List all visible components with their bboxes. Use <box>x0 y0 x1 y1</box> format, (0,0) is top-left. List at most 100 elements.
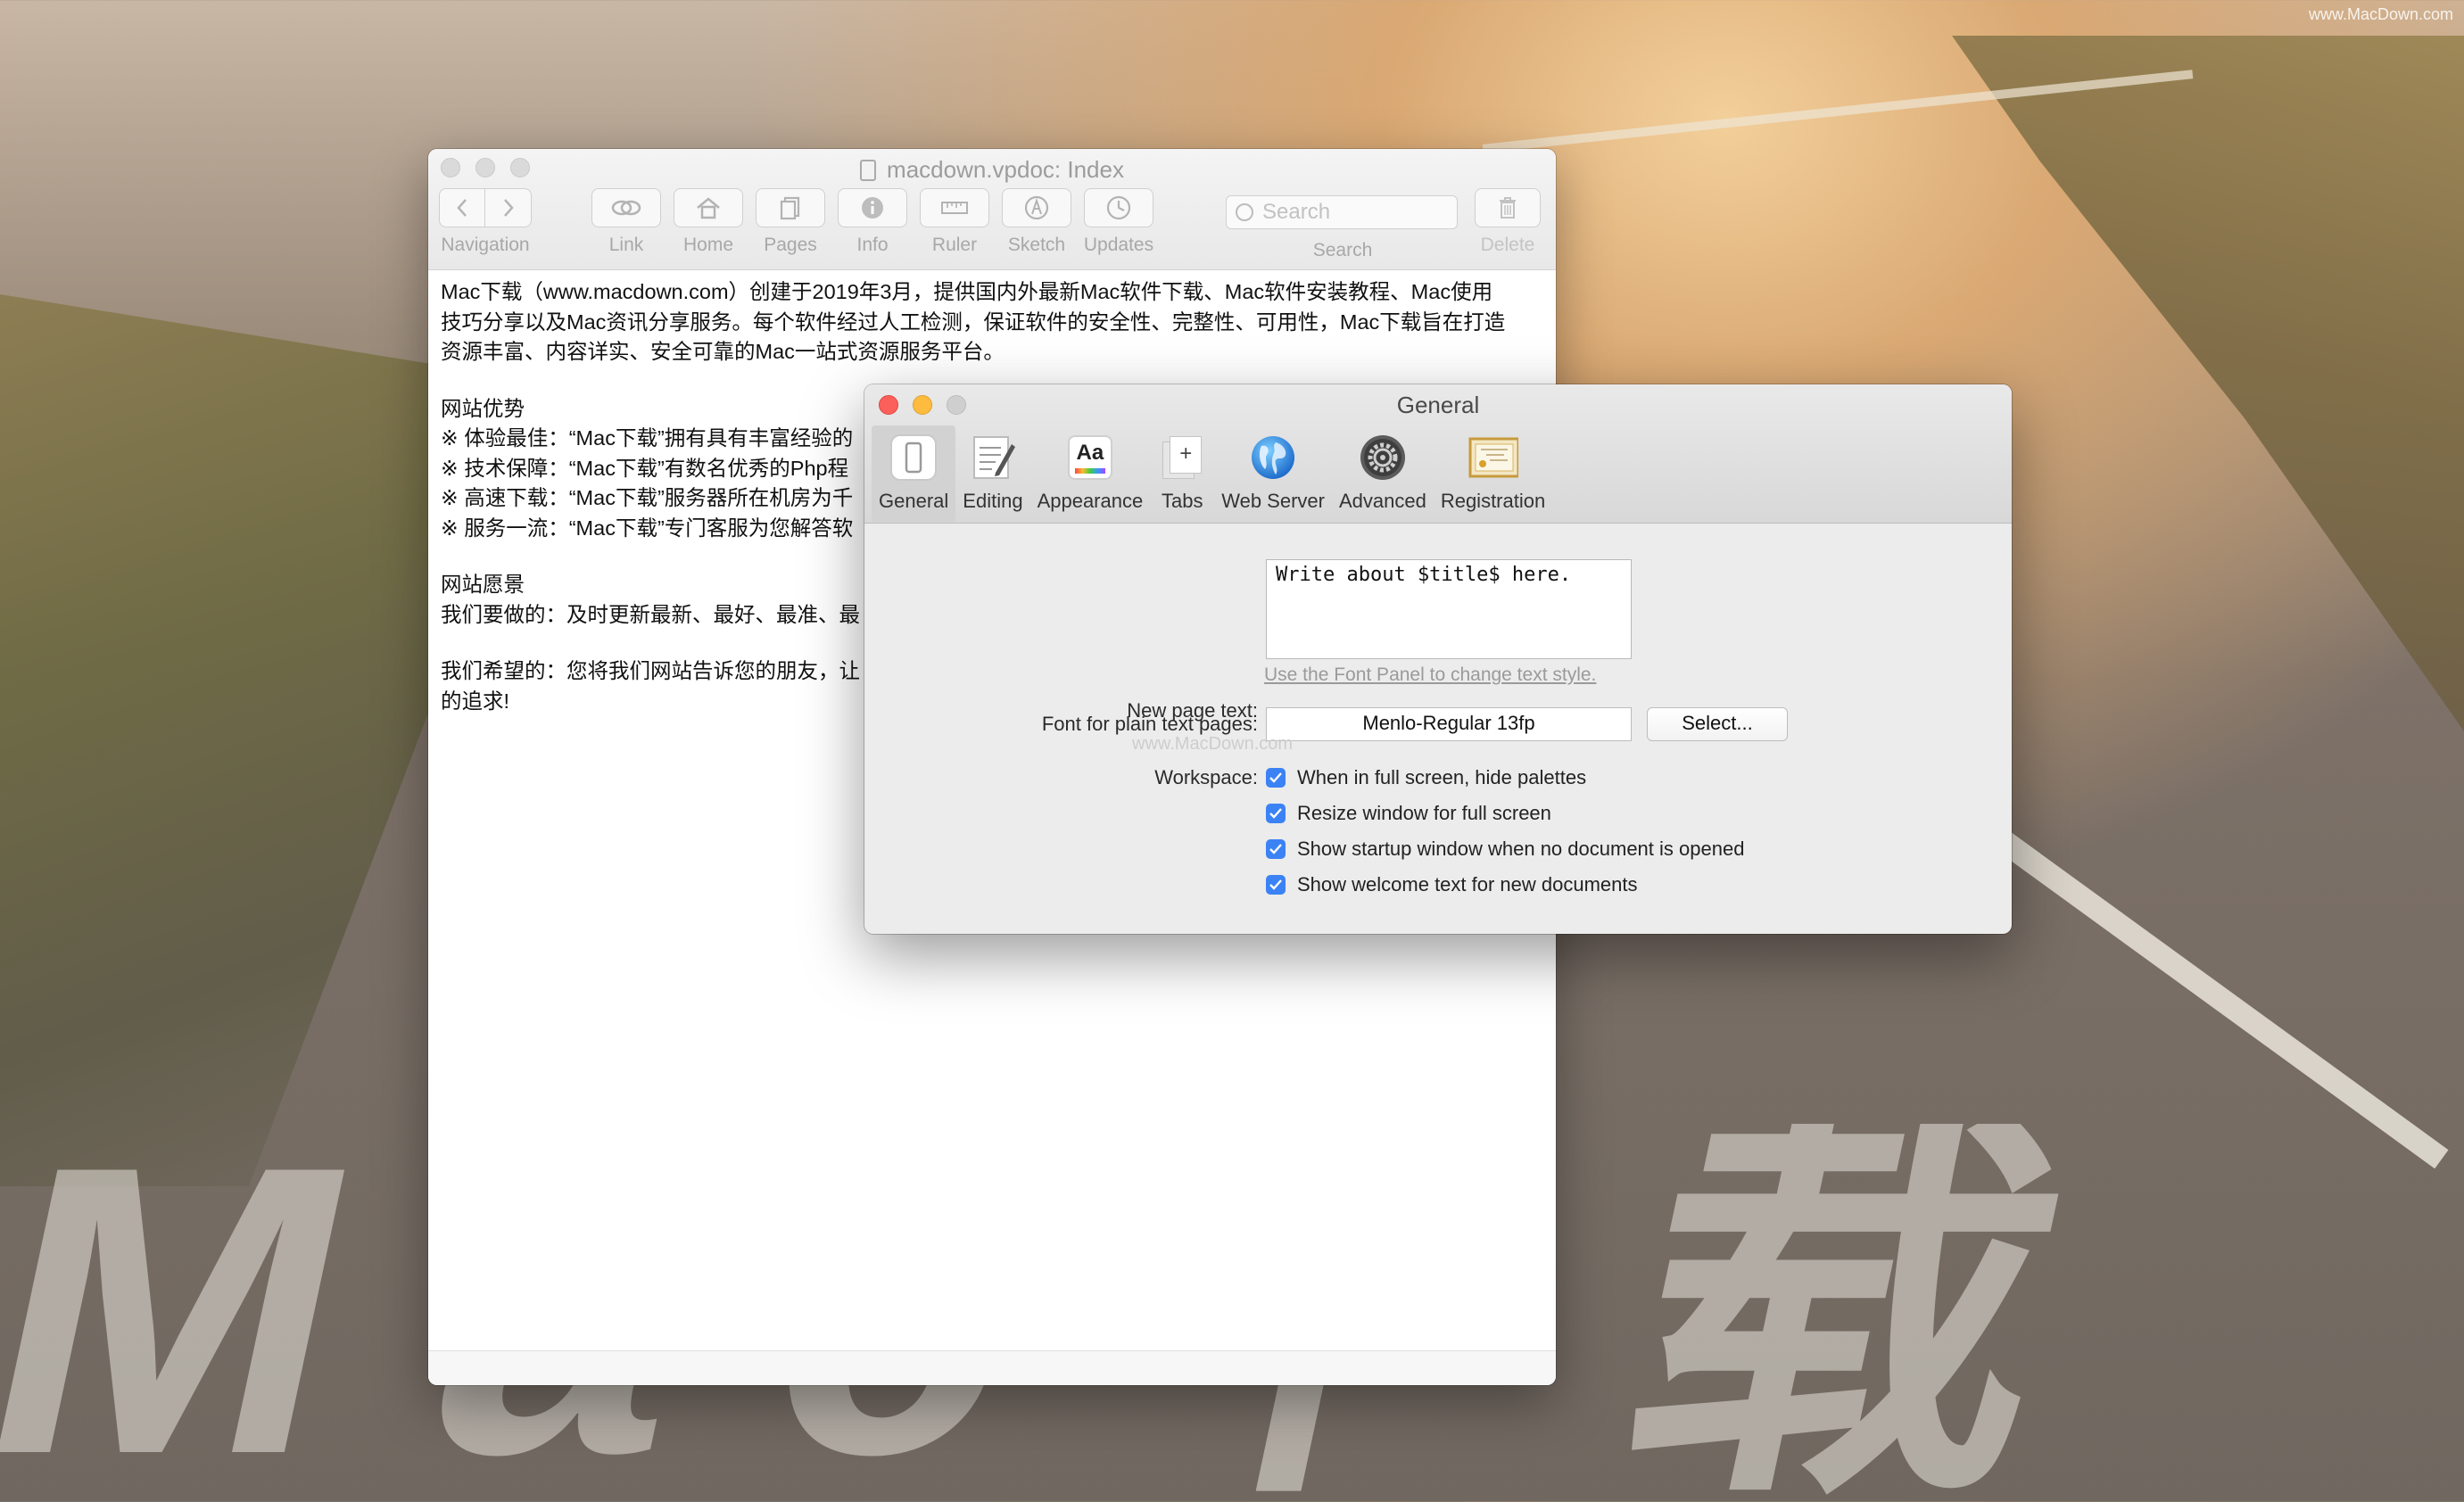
tab-label: Editing <box>963 490 1023 512</box>
toolbar-ruler[interactable]: Ruler <box>919 188 990 256</box>
search-label: Search <box>1312 240 1373 260</box>
checkbox-hide-palettes[interactable]: When in full screen, hide palettes <box>1266 766 1586 789</box>
toolbar-search: Search Search <box>1226 195 1459 261</box>
pen-icon <box>1024 195 1049 220</box>
checkbox[interactable] <box>1266 804 1286 823</box>
document-icon <box>860 160 877 181</box>
checkbox[interactable] <box>1266 839 1286 859</box>
checkmark-icon <box>1269 844 1282 854</box>
toolbar-delete[interactable]: Delete <box>1474 188 1542 256</box>
window-title-text: macdown.vpdoc: Index <box>887 156 1124 183</box>
search-input[interactable]: Search <box>1226 195 1458 229</box>
plus-icon: + <box>1170 436 1203 474</box>
checkmark-icon <box>1269 772 1282 783</box>
link-button[interactable] <box>591 188 661 227</box>
toolbar-updates[interactable]: Updates <box>1083 188 1154 256</box>
tab-registration[interactable]: Registration <box>1434 425 1552 522</box>
checkbox-startup-window[interactable]: Show startup window when no document is … <box>1266 838 1744 861</box>
content-watermark: www.MacDown.com <box>1132 734 1294 754</box>
search-icon <box>1236 203 1253 221</box>
back-button[interactable] <box>439 188 485 227</box>
checkbox-label: Resize window for full screen <box>1297 802 1551 824</box>
tab-general[interactable]: General <box>872 425 956 522</box>
forward-button[interactable] <box>485 188 532 227</box>
pages-label: Pages <box>764 235 817 255</box>
toolbar-navigation: Navigation <box>439 188 532 256</box>
tabs-icon: + <box>1157 433 1207 483</box>
font-label: Font for plain text pages: <box>1041 713 1258 735</box>
editing-icon <box>968 433 1018 483</box>
preferences-titlebar: General General Editing Aa Appearance + … <box>864 384 2012 524</box>
certificate-icon <box>1468 433 1518 483</box>
info-button[interactable] <box>838 188 907 227</box>
appearance-icon-text: Aa <box>1076 441 1104 465</box>
intro-line-1: Mac下载（www.macdown.com）创建于2019年3月，提供国内外最新… <box>441 280 1493 303</box>
navigation-label: Navigation <box>441 235 530 255</box>
font-panel-link[interactable]: Use the Font Panel to change text style. <box>1264 664 1596 686</box>
chevron-right-icon <box>503 199 514 217</box>
checkmark-icon <box>1269 808 1282 819</box>
globe-icon <box>1248 433 1298 483</box>
workspace-label: Workspace: <box>1154 766 1258 788</box>
trash-icon <box>1500 197 1516 219</box>
new-page-text-field[interactable]: Write about $title$ here. <box>1266 559 1632 659</box>
toolbar-sketch[interactable]: Sketch <box>1001 188 1072 256</box>
tab-label: Appearance <box>1037 490 1144 512</box>
tab-editing[interactable]: Editing <box>955 425 1029 522</box>
checkbox-label: Show welcome text for new documents <box>1297 873 1638 895</box>
clock-icon <box>1106 195 1131 220</box>
checkmark-icon <box>1269 879 1282 890</box>
ruler-label: Ruler <box>931 235 978 255</box>
sketch-label: Sketch <box>1007 235 1066 255</box>
link-icon <box>611 200 641 216</box>
tab-label: Tabs <box>1161 490 1203 512</box>
document-footer <box>428 1350 1556 1385</box>
toolbar-info[interactable]: Info <box>837 188 908 256</box>
font-field[interactable]: Menlo-Regular 13fp <box>1266 707 1632 741</box>
intro-line-2: 技巧分享以及Mac资讯分享服务。每个软件经过人工检测，保证软件的安全性、完整性、… <box>441 309 1506 334</box>
intro-line-3: 资源丰富、内容详实、安全可靠的Mac一站式资源服务平台。 <box>441 340 1005 363</box>
tab-advanced[interactable]: Advanced <box>1332 425 1434 522</box>
chevron-left-icon <box>457 199 467 217</box>
tab-label: Registration <box>1440 490 1546 512</box>
toolbar-pages[interactable]: Pages <box>755 188 826 256</box>
checkbox-resize-window[interactable]: Resize window for full screen <box>1266 802 1551 825</box>
toolbar-home[interactable]: Home <box>673 188 744 256</box>
tab-appearance[interactable]: Aa Appearance <box>1030 425 1151 522</box>
delete-button[interactable] <box>1475 188 1541 227</box>
tab-label: Advanced <box>1338 490 1426 512</box>
updates-button[interactable] <box>1084 188 1153 227</box>
document-titlebar: macdown.vpdoc: Index Navigation Link Hom… <box>428 149 1556 270</box>
toolbar-link[interactable]: Link <box>591 188 662 256</box>
ruler-button[interactable] <box>920 188 989 227</box>
gear-icon <box>1358 433 1408 483</box>
home-button[interactable] <box>674 188 743 227</box>
preferences-title: General <box>1396 392 1480 418</box>
preferences-tabbar: General Editing Aa Appearance + Tabs Web… <box>872 425 1552 522</box>
sketch-button[interactable] <box>1002 188 1071 227</box>
general-icon <box>889 433 938 483</box>
delete-label: Delete <box>1480 235 1535 255</box>
nav-buttons <box>439 188 532 227</box>
window-title: macdown.vpdoc: Index <box>428 156 1556 184</box>
select-font-button[interactable]: Select... <box>1647 707 1788 741</box>
tab-label: Web Server <box>1221 490 1325 512</box>
checkbox[interactable] <box>1266 875 1286 895</box>
tab-web-server[interactable]: Web Server <box>1214 425 1332 522</box>
checkbox-welcome-text[interactable]: Show welcome text for new documents <box>1266 873 1638 896</box>
home-label: Home <box>682 235 734 255</box>
checkbox-label: When in full screen, hide palettes <box>1297 766 1587 788</box>
tab-label: General <box>879 490 949 512</box>
search-placeholder: Search <box>1262 200 1331 224</box>
appearance-icon: Aa <box>1065 433 1115 483</box>
pages-button[interactable] <box>756 188 825 227</box>
pages-icon <box>780 196 800 220</box>
preferences-window: General General Editing Aa Appearance + … <box>864 384 2012 934</box>
tab-tabs[interactable]: + Tabs <box>1150 425 1214 522</box>
home-icon <box>697 197 720 219</box>
site-watermark: www.MacDown.com <box>2308 5 2453 23</box>
checkbox[interactable] <box>1266 768 1286 788</box>
info-label: Info <box>856 235 889 255</box>
updates-label: Updates <box>1083 235 1154 255</box>
link-label: Link <box>608 235 644 255</box>
